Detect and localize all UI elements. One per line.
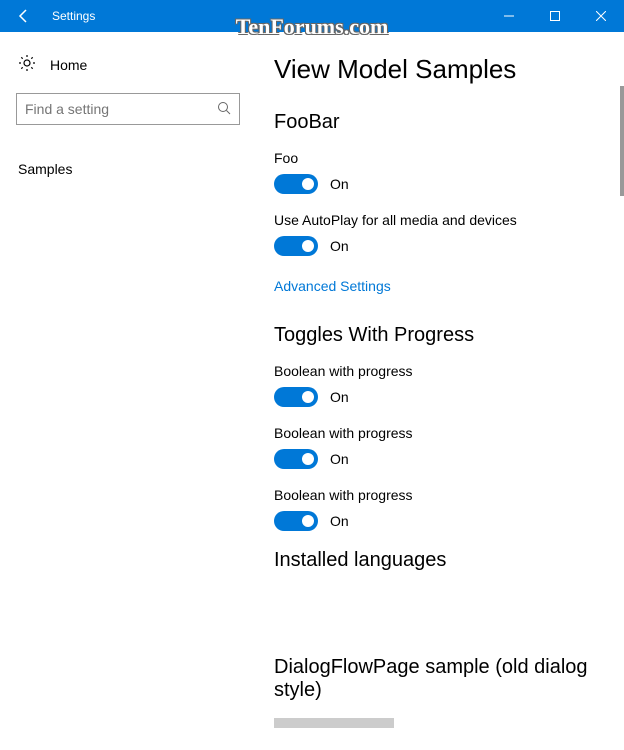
section-heading-languages: Installed languages: [274, 549, 600, 572]
setting-foo: Foo On: [274, 150, 600, 194]
content-area: View Model Samples FooBar Foo On Use Aut…: [256, 32, 624, 750]
toggle-autoplay[interactable]: [274, 236, 318, 256]
toggle-state: On: [330, 389, 349, 405]
gear-icon: [18, 54, 36, 75]
toggle-bool-progress-3[interactable]: [274, 511, 318, 531]
toggle-state: On: [330, 451, 349, 467]
setting-bool-progress: Boolean with progress On: [274, 363, 600, 407]
toggle-bool-progress-2[interactable]: [274, 449, 318, 469]
page-title: View Model Samples: [274, 54, 600, 85]
scrollbar[interactable]: [620, 86, 624, 196]
toggle-state: On: [330, 238, 349, 254]
search-box[interactable]: [16, 93, 240, 125]
toggle-foo[interactable]: [274, 174, 318, 194]
setting-autoplay: Use AutoPlay for all media and devices O…: [274, 212, 600, 256]
titlebar: Settings: [0, 0, 624, 32]
home-nav[interactable]: Home: [16, 50, 240, 93]
sidebar: Home Samples: [0, 32, 256, 750]
home-label: Home: [50, 57, 87, 73]
back-button[interactable]: [0, 0, 48, 32]
search-input[interactable]: [25, 101, 217, 117]
placeholder-bar: [274, 718, 394, 728]
section-heading-foobar: FooBar: [274, 111, 600, 134]
section-heading-toggles: Toggles With Progress: [274, 324, 600, 347]
setting-label: Boolean with progress: [274, 363, 600, 379]
window-title: Settings: [52, 9, 95, 23]
toggle-state: On: [330, 176, 349, 192]
setting-label: Foo: [274, 150, 600, 166]
toggle-bool-progress-1[interactable]: [274, 387, 318, 407]
setting-bool-progress: Boolean with progress On: [274, 425, 600, 469]
minimize-button[interactable]: [486, 0, 532, 32]
maximize-button[interactable]: [532, 0, 578, 32]
sidebar-item-samples[interactable]: Samples: [16, 153, 240, 185]
sidebar-item-label: Samples: [18, 161, 72, 177]
close-button[interactable]: [578, 0, 624, 32]
window-controls: [486, 0, 624, 32]
setting-label: Boolean with progress: [274, 425, 600, 441]
setting-label: Boolean with progress: [274, 487, 600, 503]
search-icon: [217, 101, 231, 118]
setting-bool-progress: Boolean with progress On: [274, 487, 600, 531]
setting-label: Use AutoPlay for all media and devices: [274, 212, 600, 228]
section-heading-dialogflow: DialogFlowPage sample (old dialog style): [274, 656, 600, 702]
advanced-settings-link[interactable]: Advanced Settings: [274, 278, 391, 294]
toggle-state: On: [330, 513, 349, 529]
